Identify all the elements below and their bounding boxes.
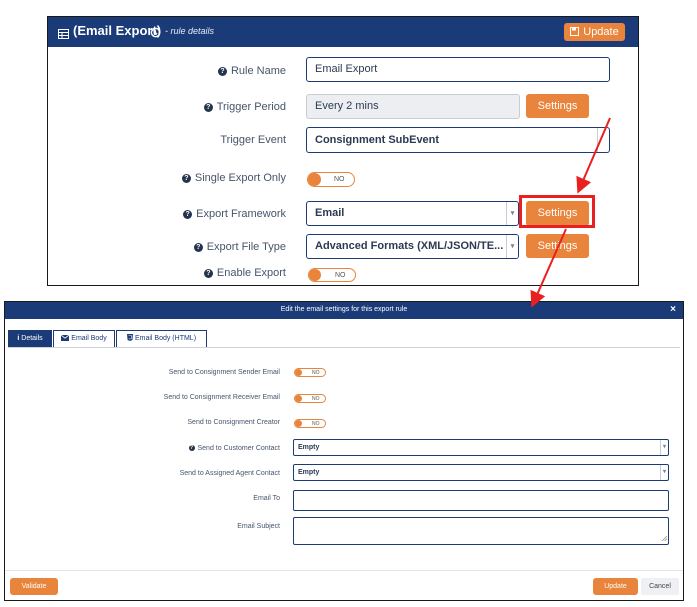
single-export-label: ? Single Export Only xyxy=(48,172,286,184)
chevron-down-icon: ▾ xyxy=(660,465,668,480)
help-icon: ? xyxy=(188,445,195,451)
help-icon: ? xyxy=(193,243,203,252)
rule-header: (Email Export) - rule details Update xyxy=(48,17,638,47)
help-icon: ? xyxy=(203,103,213,112)
close-icon[interactable]: × xyxy=(670,304,676,315)
dropdown-divider xyxy=(597,128,609,152)
rule-name-input[interactable]: Email Export xyxy=(306,57,610,82)
toggle-state: NO xyxy=(335,272,346,279)
validate-button[interactable]: Validate xyxy=(10,578,58,595)
footer-divider xyxy=(5,570,683,571)
highlight-box xyxy=(519,195,595,228)
table-icon xyxy=(58,26,69,44)
toggle-state: NO xyxy=(334,176,345,183)
receiver-email-label: Send to Consignment Receiver Email xyxy=(163,394,280,401)
export-framework-select[interactable]: Email ▾ xyxy=(306,201,519,226)
tab-details[interactable]: i Details xyxy=(8,330,52,348)
cancel-button[interactable]: Cancel xyxy=(641,578,679,595)
tab-email-body[interactable]: Email Body xyxy=(53,330,115,348)
enable-export-toggle[interactable]: NO xyxy=(308,268,356,282)
sender-email-label: Send to Consignment Sender Email xyxy=(168,369,280,376)
chevron-down-icon: ▾ xyxy=(506,202,518,225)
help-icon: ? xyxy=(183,210,193,219)
email-settings-modal: Edit the email settings for this export … xyxy=(4,301,684,601)
trigger-event-select[interactable]: Consignment SubEvent xyxy=(306,127,610,153)
customer-contact-label: ? Send to Customer Contact xyxy=(188,445,280,452)
export-framework-label: ? Export Framework xyxy=(48,208,286,220)
receiver-email-toggle[interactable]: NO xyxy=(294,394,326,403)
update-button[interactable]: Update xyxy=(564,23,625,41)
history-icon[interactable] xyxy=(150,25,161,43)
email-to-input[interactable] xyxy=(293,490,669,511)
toggle-state: NO xyxy=(312,421,320,427)
modal-header: Edit the email settings for this export … xyxy=(5,302,683,319)
toggle-knob xyxy=(295,395,302,402)
html5-icon xyxy=(126,332,133,348)
chevron-down-icon: ▾ xyxy=(506,235,518,258)
rule-title: (Email Export) xyxy=(73,23,162,38)
update-label: Update xyxy=(583,26,619,38)
modal-title: Edit the email settings for this export … xyxy=(280,306,408,313)
toggle-knob xyxy=(295,369,302,376)
export-file-type-select[interactable]: Advanced Formats (XML/JSON/TE... ▾ xyxy=(306,234,519,259)
trigger-period-label: ? Trigger Period xyxy=(48,101,286,113)
toggle-state: NO xyxy=(312,396,320,402)
info-icon: i xyxy=(17,335,20,342)
assigned-agent-label: Send to Assigned Agent Contact xyxy=(179,470,280,477)
export-file-type-label: ? Export File Type xyxy=(48,241,286,253)
help-icon: ? xyxy=(203,269,213,278)
save-icon xyxy=(570,24,580,42)
customer-contact-select[interactable]: Empty ▾ xyxy=(293,439,669,456)
trigger-event-label: Trigger Event xyxy=(220,134,286,146)
toggle-state: NO xyxy=(312,370,320,376)
assigned-agent-select[interactable]: Empty ▾ xyxy=(293,464,669,481)
tab-email-body-html[interactable]: Email Body (HTML) xyxy=(116,330,207,348)
toggle-knob xyxy=(308,173,321,186)
chevron-down-icon: ▾ xyxy=(660,440,668,455)
export-file-type-settings-button[interactable]: Settings xyxy=(526,234,589,258)
trigger-period-input: Every 2 mins xyxy=(306,94,520,119)
envelope-icon xyxy=(61,332,70,348)
help-icon: ? xyxy=(181,174,191,183)
sender-email-toggle[interactable]: NO xyxy=(294,368,326,377)
resize-handle-icon[interactable] xyxy=(661,535,668,543)
rule-subtitle: - rule details xyxy=(165,26,215,36)
creator-label: Send to Consignment Creator xyxy=(187,419,280,426)
enable-export-label: ? Enable Export xyxy=(48,267,286,279)
email-subject-label: Email Subject xyxy=(237,523,280,530)
help-icon: ? xyxy=(217,67,227,76)
email-subject-textarea[interactable] xyxy=(293,517,669,545)
creator-toggle[interactable]: NO xyxy=(294,419,326,428)
tab-divider xyxy=(8,347,680,348)
email-to-label: Email To xyxy=(253,495,280,502)
toggle-knob xyxy=(309,269,321,281)
single-export-toggle[interactable]: NO xyxy=(307,172,355,187)
rule-name-label: ? Rule Name xyxy=(48,65,286,77)
rule-details-panel: (Email Export) - rule details Update ? Ru… xyxy=(47,16,639,286)
trigger-period-settings-button[interactable]: Settings xyxy=(526,94,589,118)
modal-update-button[interactable]: Update xyxy=(593,578,638,595)
toggle-knob xyxy=(295,420,302,427)
